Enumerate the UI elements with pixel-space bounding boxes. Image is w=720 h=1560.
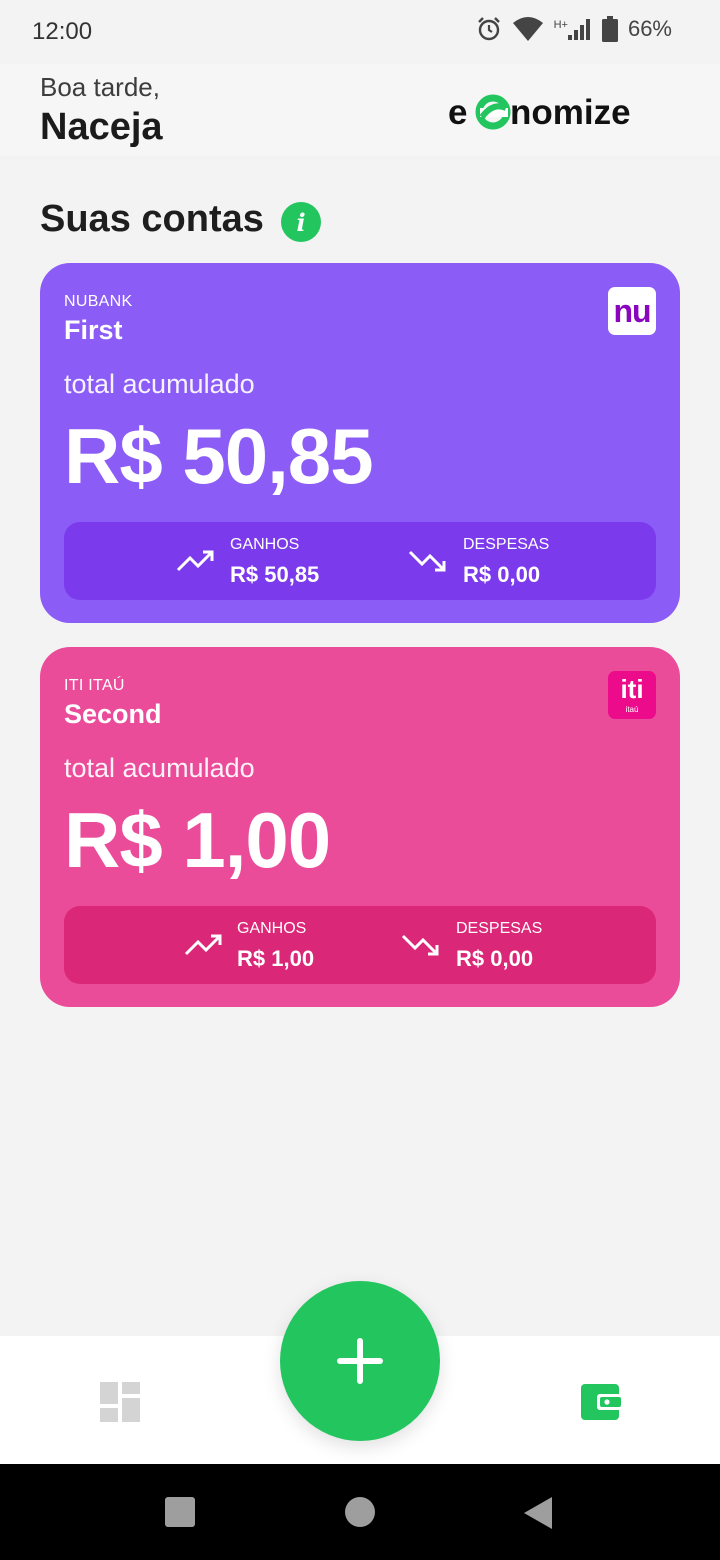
nubank-logo-icon: nu bbox=[608, 287, 656, 335]
info-icon[interactable]: i bbox=[281, 202, 321, 242]
account-card-iti[interactable]: ITI ITAÚ Second iti itaú total acumulado… bbox=[40, 647, 680, 1007]
header: Boa tarde, Naceja e nomize bbox=[0, 64, 720, 156]
add-icon bbox=[337, 1338, 383, 1384]
total-value: R$ 50,85 bbox=[64, 412, 374, 500]
economize-logo: e nomize bbox=[448, 93, 631, 132]
gains-value: R$ 1,00 bbox=[237, 946, 315, 971]
system-navigation-bar bbox=[0, 1464, 720, 1560]
greeting-text: Boa tarde, bbox=[40, 72, 160, 102]
user-name: Naceja bbox=[40, 106, 163, 148]
status-icons: H+ 66% bbox=[476, 16, 672, 42]
signal-icon bbox=[567, 19, 590, 40]
back-button-icon[interactable] bbox=[522, 1496, 554, 1530]
section-title: Suas contas bbox=[40, 198, 264, 240]
account-summary: GANHOS R$ 50,85 DESPESAS R$ 0,00 bbox=[64, 522, 656, 600]
dashboard-icon[interactable] bbox=[100, 1382, 140, 1422]
total-label: total acumulado bbox=[64, 369, 255, 399]
trending-down-icon bbox=[408, 550, 446, 572]
gains-value: R$ 50,85 bbox=[230, 562, 320, 587]
total-value: R$ 1,00 bbox=[64, 796, 331, 884]
expenses-label: DESPESAS bbox=[456, 920, 543, 937]
status-time: 12:00 bbox=[32, 18, 93, 45]
account-summary: GANHOS R$ 1,00 DESPESAS R$ 0,00 bbox=[64, 906, 656, 984]
gains-label: GANHOS bbox=[237, 920, 307, 937]
trending-up-icon bbox=[176, 550, 214, 572]
bank-name: NUBANK bbox=[64, 293, 133, 310]
account-name: First bbox=[64, 315, 123, 345]
network-label: H+ bbox=[553, 19, 568, 31]
gains-label: GANHOS bbox=[230, 536, 300, 553]
expenses-value: R$ 0,00 bbox=[456, 946, 534, 971]
recent-apps-button[interactable] bbox=[165, 1497, 195, 1527]
iti-logo-icon: iti itaú bbox=[608, 671, 656, 719]
add-button[interactable] bbox=[280, 1281, 440, 1441]
wifi-icon bbox=[512, 17, 543, 41]
status-bar: 12:00 H+ 66% bbox=[0, 0, 720, 64]
svg-text:nomize: nomize bbox=[510, 93, 631, 132]
total-label: total acumulado bbox=[64, 753, 255, 783]
battery-percent: 66% bbox=[627, 16, 672, 41]
trending-up-icon bbox=[184, 934, 222, 956]
svg-text:e: e bbox=[448, 93, 467, 132]
expenses-value: R$ 0,00 bbox=[463, 562, 541, 587]
trending-down-icon bbox=[401, 934, 439, 956]
home-button[interactable] bbox=[345, 1497, 375, 1527]
battery-icon bbox=[601, 16, 618, 42]
alarm-icon bbox=[477, 17, 500, 41]
account-card-nubank[interactable]: NUBANK First nu total acumulado R$ 50,85… bbox=[40, 263, 680, 623]
expenses-label: DESPESAS bbox=[463, 536, 550, 553]
wallet-icon[interactable] bbox=[581, 1382, 621, 1422]
bank-name: ITI ITAÚ bbox=[64, 677, 125, 694]
account-name: Second bbox=[64, 699, 162, 729]
